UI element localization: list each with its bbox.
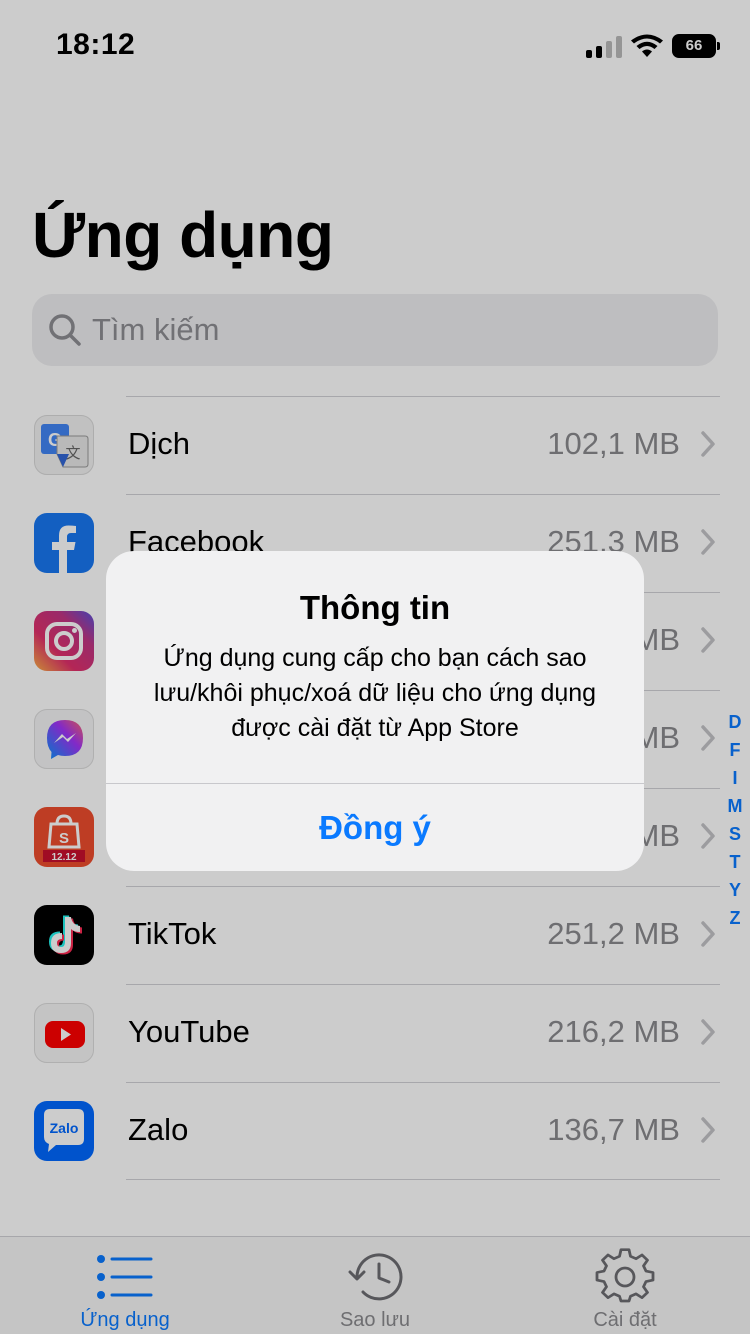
agree-button[interactable]: Đồng ý [106, 784, 644, 871]
info-alert: Thông tin Ứng dụng cung cấp cho bạn cách… [106, 551, 644, 871]
app-screen: 18:12 66 Ứng dụng Tìm kiếm G 文 Dịch 102,… [0, 0, 750, 1334]
alert-message: Ứng dụng cung cấp cho bạn cách sao lưu/k… [153, 644, 597, 742]
alert-title: Thông tin [299, 589, 451, 626]
